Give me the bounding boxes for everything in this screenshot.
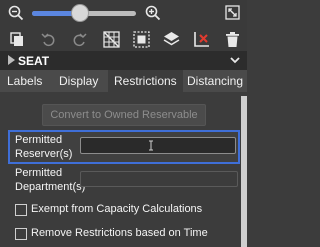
collapse-caret-icon[interactable] [6,54,16,66]
zoom-in-icon[interactable] [145,5,161,21]
grid-select-icon[interactable] [103,31,120,48]
permitted-reservers-input[interactable] [80,137,236,154]
remove-axis-icon[interactable] [193,31,210,48]
zoom-bar [0,0,247,28]
permitted-reservers-row: Permitted Reserver(s) [8,130,240,164]
exempt-capacity-checkbox[interactable] [15,204,27,216]
redo-icon[interactable] [72,32,87,47]
undo-icon[interactable] [41,32,56,47]
scrollbar[interactable] [241,96,247,247]
panel-title: SEAT [18,54,50,68]
permitted-departments-input[interactable] [80,171,238,187]
tab-bar: Labels Display Restrictions Distancing [0,70,247,92]
permitted-departments-label: Permitted Department(s) [15,167,86,193]
text-cursor-icon [148,140,154,151]
expand-icon[interactable] [225,5,240,20]
panel-header[interactable]: SEAT [0,51,247,70]
tab-display[interactable]: Display [59,74,98,88]
tab-labels[interactable]: Labels [7,74,42,88]
remove-restrictions-label: Remove Restrictions based on Time [31,227,208,239]
zoom-slider-thumb[interactable] [70,4,89,22]
remove-restrictions-checkbox[interactable] [15,228,27,240]
restrictions-panel: Convert to Owned Reservable Permitted Re… [0,92,247,247]
layers-icon[interactable] [163,31,180,48]
select-frame-icon[interactable] [133,31,150,48]
convert-to-owned-reservable-button[interactable]: Convert to Owned Reservable [42,104,206,126]
exempt-capacity-label: Exempt from Capacity Calculations [31,203,203,215]
chevron-down-icon[interactable] [229,55,241,65]
trash-icon[interactable] [225,31,240,48]
copy-icon[interactable] [10,32,25,47]
toolbar [0,28,247,52]
tab-restrictions[interactable]: Restrictions [108,70,183,92]
tab-distancing[interactable]: Distancing [187,74,243,88]
permitted-reservers-label: Permitted Reserver(s) [15,134,73,160]
zoom-out-icon[interactable] [8,5,24,21]
